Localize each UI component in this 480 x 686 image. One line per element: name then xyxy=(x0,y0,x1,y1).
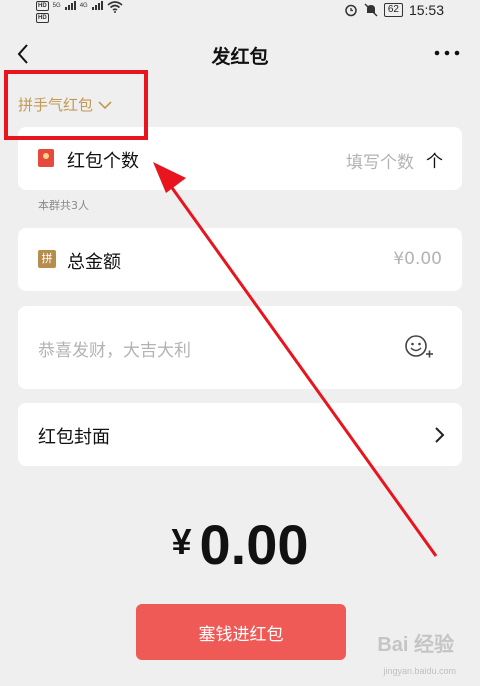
total-amount-label: 总金额 xyxy=(67,252,121,273)
pin-badge-icon: 拼 xyxy=(38,250,56,268)
network-label: 4G xyxy=(79,3,88,9)
hd-badge: HD xyxy=(36,13,49,23)
group-member-hint: 本群共3人 xyxy=(38,199,89,212)
status-bar: HD HD 5G 4G 62 15:53 xyxy=(0,0,480,26)
wifi-icon xyxy=(107,1,123,13)
total-display: ¥0.00 xyxy=(0,512,480,577)
signal-icon xyxy=(91,1,103,10)
battery-indicator: 62 xyxy=(383,3,403,17)
chevron-right-icon xyxy=(435,427,445,443)
page-title: 发红包 xyxy=(211,46,269,68)
greeting-input[interactable]: 恭喜发财，大吉大利 xyxy=(38,336,191,361)
greeting-row[interactable]: 恭喜发财，大吉大利 xyxy=(18,306,462,389)
watermark-url: jingyan.baidu.com xyxy=(383,666,456,676)
total-amount-input[interactable]: ¥0.00 xyxy=(393,249,442,269)
red-packet-icon xyxy=(38,149,54,167)
watermark-logo: Bai 经验 xyxy=(377,634,454,656)
emoji-add-icon[interactable] xyxy=(404,334,434,360)
total-amount-row[interactable]: 拼 总金额 ¥0.00 xyxy=(18,228,462,291)
submit-red-packet-button[interactable]: 塞钱进红包 xyxy=(136,604,346,660)
network-label: 5G xyxy=(52,3,61,9)
nav-bar: 发红包 xyxy=(0,36,480,72)
packet-count-unit: 个 xyxy=(426,152,443,172)
mute-icon xyxy=(364,3,378,17)
hd-badge: HD xyxy=(36,1,49,11)
annotation-highlight-box xyxy=(4,70,148,140)
more-dots-icon[interactable] xyxy=(434,46,460,60)
packet-cover-row[interactable]: 红包封面 xyxy=(18,403,462,466)
packet-count-input[interactable]: 填写个数 xyxy=(346,148,414,173)
total-value: 0.00 xyxy=(199,513,309,576)
packet-cover-label: 红包封面 xyxy=(38,427,110,448)
status-time: 15:53 xyxy=(408,2,444,18)
alarm-icon xyxy=(345,4,357,17)
status-left: HD HD 5G 4G xyxy=(36,1,123,23)
currency-symbol: ¥ xyxy=(171,521,192,562)
status-right: 62 15:53 xyxy=(344,2,444,18)
signal-icon xyxy=(64,1,76,10)
packet-count-label: 红包个数 xyxy=(67,151,139,172)
